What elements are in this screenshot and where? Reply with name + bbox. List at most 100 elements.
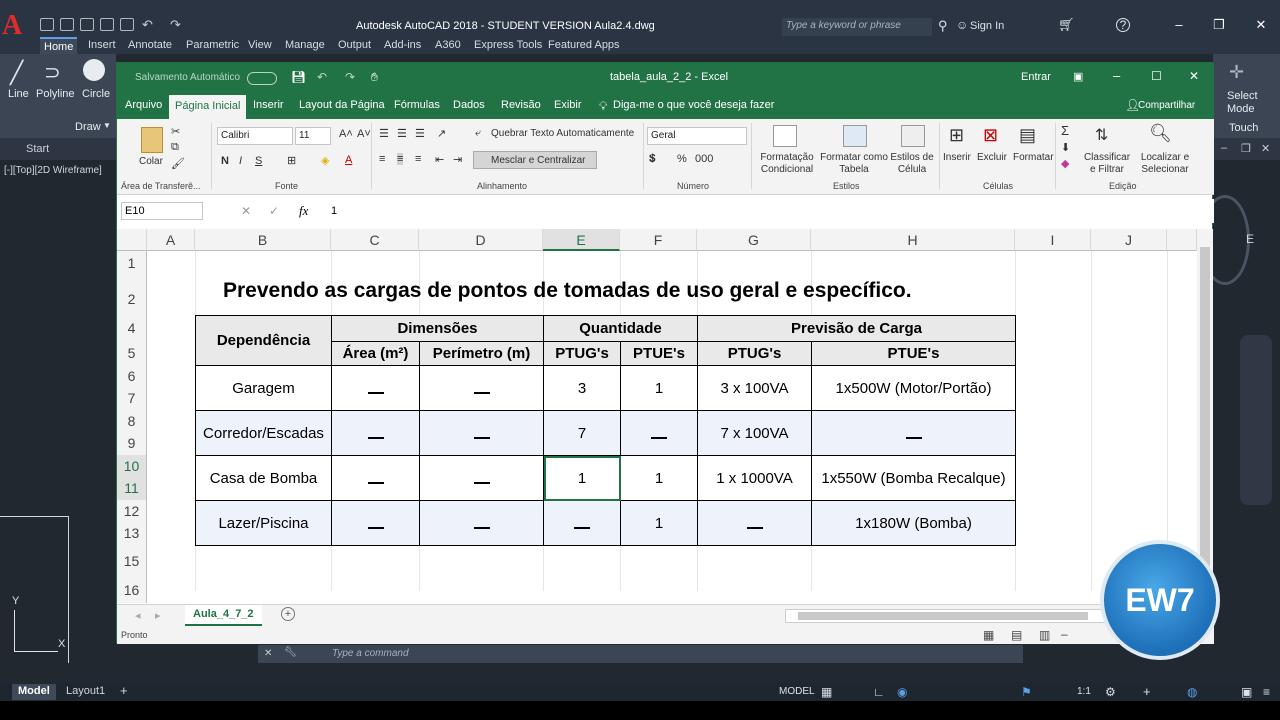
acad-tab-manage[interactable]: Manage	[285, 39, 325, 51]
row-header[interactable]: 2	[117, 275, 147, 315]
find-select-button[interactable]: Localizar e Selecionar	[1133, 152, 1197, 176]
cell-area[interactable]	[331, 365, 420, 411]
circle-tool-label[interactable]: Circle	[82, 88, 110, 100]
cell-perimetro[interactable]	[419, 410, 544, 456]
viewport-label[interactable]: [-][Top][2D Wireframe]	[4, 165, 102, 176]
excel-minimize-button[interactable]: –	[1113, 68, 1120, 83]
touch-label[interactable]: Touch	[1229, 122, 1258, 134]
cart-icon[interactable]: 🛒︎	[1058, 17, 1075, 33]
column-header[interactable]: A	[147, 229, 195, 251]
column-header[interactable]: F	[620, 229, 697, 251]
format-cells-icon[interactable]: ▤	[1019, 125, 1036, 146]
polar-icon[interactable]: ◉	[897, 685, 907, 699]
align-middle-icon[interactable]: ☰	[397, 127, 407, 140]
paste-icon[interactable]	[141, 127, 163, 153]
cell-area[interactable]	[331, 455, 420, 501]
wrap-text-icon[interactable]: ⤶	[475, 127, 481, 140]
viewport-minimize-icon[interactable]: –	[1221, 142, 1227, 154]
grid-icon[interactable]: ▦	[821, 685, 832, 699]
align-center-icon[interactable]: ≡	[397, 153, 404, 165]
fill-icon[interactable]: ⬇	[1061, 141, 1070, 154]
acad-tab-parametric[interactable]: Parametric	[186, 39, 239, 51]
tab-arquivo[interactable]: Arquivo	[125, 99, 162, 111]
shrink-font-icon[interactable]: A˅	[357, 128, 371, 140]
tab-exibir[interactable]: Exibir	[554, 99, 582, 111]
cmd-settings-icon[interactable]: 🔧︎	[284, 647, 297, 658]
cell-ptug[interactable]: 7	[543, 410, 621, 456]
font-color-icon[interactable]: A	[345, 154, 352, 166]
cell-perimetro[interactable]	[419, 455, 544, 501]
cond-format-icon[interactable]	[773, 125, 797, 147]
draw-expand-icon[interactable]: ▼	[103, 121, 111, 130]
row-header[interactable]: 8	[117, 410, 147, 432]
cell-area[interactable]	[331, 410, 420, 456]
cond-format-button[interactable]: Formatação Condicional	[757, 152, 817, 176]
row-header[interactable]: 4	[117, 315, 147, 341]
tab-revisao[interactable]: Revisão	[501, 99, 541, 111]
cell-carga-ptue[interactable]: 1x550W (Bomba Recalque)	[811, 455, 1016, 501]
header-quantidade[interactable]: Quantidade	[543, 315, 698, 342]
layout1-tab[interactable]: Layout1	[60, 684, 111, 700]
acad-tab-a360[interactable]: A360	[435, 39, 461, 51]
acad-tab-annotate[interactable]: Annotate	[128, 39, 172, 51]
decrease-indent-icon[interactable]: ⇤	[435, 153, 444, 166]
acad-tab-home[interactable]: Home	[40, 37, 78, 54]
header-carga-ptue[interactable]: PTUE's	[811, 341, 1016, 366]
cell-ptug-selected[interactable]: 1	[543, 455, 621, 501]
acad-tab-addins[interactable]: Add-ins	[384, 39, 421, 51]
cell-carga-ptue[interactable]	[811, 410, 1016, 456]
column-header[interactable]: J	[1091, 229, 1167, 251]
header-carga-ptug[interactable]: PTUG's	[697, 341, 812, 366]
cell-carga-ptug[interactable]: 1 x 1000VA	[697, 455, 812, 501]
row-header[interactable]: 13	[117, 522, 147, 545]
number-format-select[interactable]: Geral	[647, 127, 747, 145]
increase-indent-icon[interactable]: ⇥	[453, 153, 462, 166]
copy-icon[interactable]: ⧉	[171, 141, 179, 154]
plus-icon[interactable]: +	[1143, 684, 1151, 699]
format-cells-button[interactable]: Formatar	[1013, 152, 1054, 163]
row-header[interactable]: 1	[117, 251, 147, 275]
add-sheet-icon[interactable]: +	[281, 607, 295, 621]
qat-save-icon[interactable]	[80, 18, 94, 31]
enter-formula-icon[interactable]: ✓	[269, 204, 279, 218]
model-space-button[interactable]: MODEL	[779, 686, 815, 697]
draw-panel-label[interactable]: Draw	[75, 121, 101, 133]
qat-new-icon[interactable]	[40, 18, 54, 31]
column-header[interactable]: D	[419, 229, 543, 251]
redo-icon[interactable]: ↷	[170, 17, 181, 33]
thousands-icon[interactable]: 000	[695, 153, 713, 165]
row-header[interactable]: 15	[117, 545, 147, 573]
undo-icon-excel[interactable]: ↶	[317, 70, 327, 84]
vertical-scrollbar[interactable]	[1197, 229, 1213, 604]
delete-cells-button[interactable]: Excluir	[977, 152, 1007, 163]
cell-ptue[interactable]: 1	[620, 455, 698, 501]
insert-cells-button[interactable]: Inserir	[943, 152, 971, 163]
acad-restore-button[interactable]: ❐	[1212, 18, 1226, 31]
customize-icon[interactable]: ≡	[1263, 685, 1270, 699]
currency-icon[interactable]: 💲︎	[649, 153, 656, 166]
qat-print-icon[interactable]	[120, 18, 134, 31]
cell-perimetro[interactable]	[419, 500, 544, 546]
view-layout-icon[interactable]: ▤	[1011, 628, 1022, 642]
acad-minimize-button[interactable]: –	[1172, 18, 1186, 31]
view-normal-icon[interactable]: ▦	[983, 628, 994, 642]
column-header[interactable]: E	[543, 229, 620, 251]
redo-icon-excel[interactable]: ↷	[345, 70, 355, 84]
cell-dependencia[interactable]: Corredor/Escadas	[195, 410, 332, 456]
worksheet-grid[interactable]: A B C D E F G H I J 1 2 4 5 6 7 8 9 10 1…	[117, 229, 1197, 607]
sheet-tab-active[interactable]: Aula_4_7_2	[185, 605, 262, 626]
sheet-next-icon[interactable]: ▸	[155, 609, 161, 622]
view-pagebreak-icon[interactable]: ▥	[1039, 628, 1050, 642]
format-painter-icon[interactable]: 🖌︎	[171, 157, 185, 170]
acad-sign-in[interactable]: Sign In	[970, 20, 1004, 32]
format-table-button[interactable]: Formatar como Tabela	[817, 152, 891, 176]
share-button[interactable]: Compartilhar	[1138, 100, 1195, 111]
acad-start-tab[interactable]: Start	[0, 138, 116, 160]
cell-dependencia[interactable]: Garagem	[195, 365, 332, 411]
line-tool-label[interactable]: Line	[8, 88, 29, 100]
cancel-formula-icon[interactable]: ✕	[241, 204, 251, 218]
formula-input[interactable]: 1	[331, 205, 337, 217]
save-icon[interactable]: 💾︎	[291, 70, 306, 84]
undo-icon[interactable]: ↶	[142, 17, 153, 33]
column-header[interactable]: C	[331, 229, 419, 251]
